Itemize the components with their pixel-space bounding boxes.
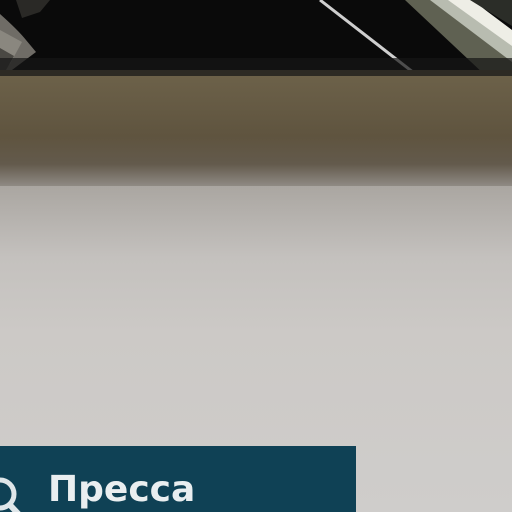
hero-band: [0, 76, 512, 186]
search-icon: [0, 474, 30, 512]
press-label: Пресса: [48, 469, 196, 510]
hero-photo: [0, 0, 512, 76]
ceiling-image: [0, 0, 512, 76]
press-link-card[interactable]: Пресса: [0, 446, 356, 512]
page: Пресса: [0, 0, 512, 512]
